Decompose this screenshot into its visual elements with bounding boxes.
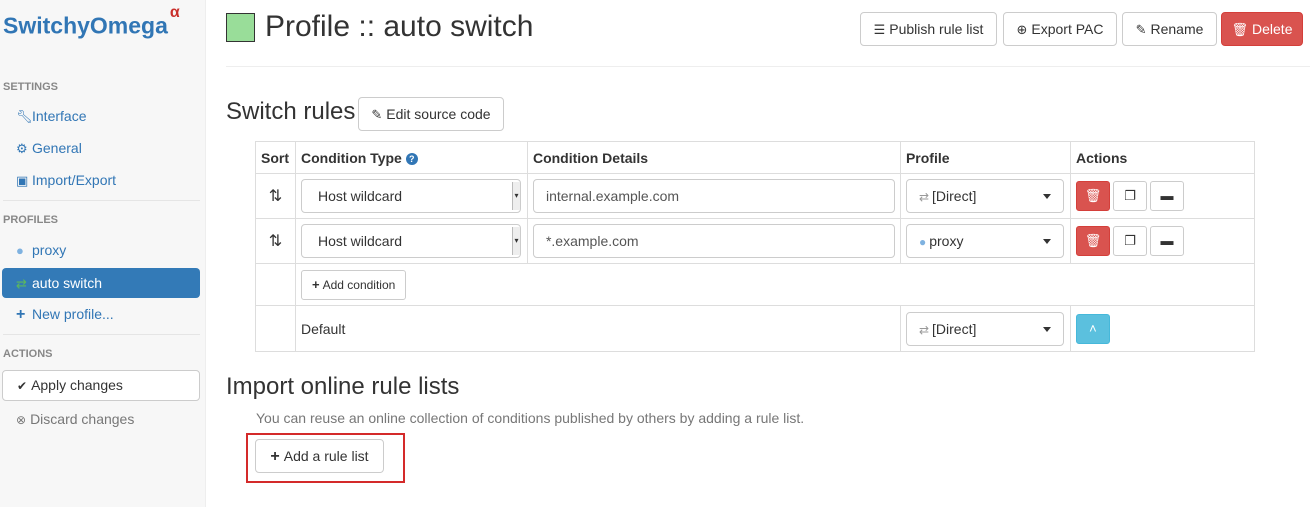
import-heading: Import online rule lists [226,373,460,400]
chevron-up-icon[interactable]: ˄ [1075,313,1110,344]
divider [3,200,200,201]
edit-icon: ✎ [1135,22,1147,37]
delete-button[interactable]: 🗑︎ Delete [1221,12,1303,46]
edit-source-code-button[interactable]: ✎ Edit source code [358,97,504,131]
sort-handle-icon[interactable]: ⇅ [255,218,296,264]
trash-icon: 🗑︎ [1231,22,1249,37]
clone-rule-button[interactable]: ❐ [1112,226,1147,256]
caret-down-icon [1042,326,1051,332]
list-icon: ☰ [873,22,886,37]
add-condition-button[interactable]: + Add condition [300,269,407,300]
header-divider [226,66,1310,67]
profiles-header: PROFILES [3,214,59,226]
publish-rule-list-button[interactable]: ☰ Publish rule list [860,12,997,46]
clone-rule-button[interactable]: ❐ [1112,181,1147,211]
col-condition-details: Condition Details [526,141,901,174]
add-condition-row: + Add condition [255,263,1256,306]
wrench-icon: 🔧︎ [16,109,33,124]
caret-down-icon [1042,239,1051,244]
apply-changes-button[interactable]: ✔ Apply changes [2,370,200,401]
plus-icon: + [16,306,26,323]
actions-header: ACTIONS [3,348,53,360]
import-hint: You can reuse an online collection of co… [256,410,805,426]
default-row: Default ⇄ [Direct] ˄ [255,305,1256,352]
sidebar: SwitchyOmegaα SETTINGS 🔧︎Interface ⚙︎ Gen… [0,0,206,507]
condition-details-input[interactable]: internal.example.com [532,179,895,213]
default-profile-select[interactable]: ⇄ [Direct] [905,311,1064,346]
sidebar-item-import-export[interactable]: ▣ Import/Export [2,165,200,195]
profile-color-swatch[interactable] [226,13,255,42]
plus-icon: + [270,448,280,465]
select-arrow-icon: ▾ [511,227,520,255]
sidebar-item-proxy[interactable]: ● proxy [2,235,200,265]
sidebar-item-interface[interactable]: 🔧︎Interface [2,101,200,131]
profile-select[interactable]: ⇄ [Direct] [905,179,1064,213]
condition-type-select[interactable]: Host wildcard ▾ [300,224,521,258]
comment-rule-button[interactable]: ▬ [1149,226,1184,256]
times-circle-icon: ⊗ [16,413,27,427]
col-condition-type: Condition Type ? [294,141,528,174]
rename-button[interactable]: ✎ Rename [1122,12,1217,46]
brand-logo: SwitchyOmegaα [3,4,180,39]
sidebar-item-new-profile[interactable]: + New profile... [2,299,200,329]
globe-icon: ● [16,243,24,258]
switch-rules-table: Sort Condition Type ? Condition Details … [255,141,1256,352]
select-arrow-icon: ▾ [511,182,520,210]
switch-rules-heading: Switch rules [226,98,356,125]
plus-icon: + [311,276,320,292]
col-profile: Profile [899,141,1071,174]
globe-icon: ● [918,235,927,249]
caret-down-icon [1042,194,1051,199]
settings-header: SETTINGS [3,81,59,93]
divider [3,334,200,335]
condition-type-select[interactable]: Host wildcard ▾ [300,179,521,213]
export-pac-button[interactable]: ⊕ Export PAC [1003,12,1117,46]
discard-changes-button[interactable]: ⊗ Discard changes [2,404,200,434]
retweet-icon: ⇄ [16,276,27,291]
floppy-icon: ▣ [16,173,29,188]
delete-rule-button[interactable]: 🗑︎ [1075,181,1110,211]
gear-icon: ⚙︎ [16,141,28,156]
comment-rule-button[interactable]: ▬ [1149,181,1184,211]
sort-handle-icon[interactable]: ⇅ [255,173,296,219]
col-sort: Sort [255,141,296,174]
page-title: Profile :: auto switch [265,10,534,43]
col-actions: Actions [1069,141,1256,174]
profile-select[interactable]: ● proxy [905,224,1064,258]
condition-details-input[interactable]: *.example.com [532,224,895,258]
check-circle-icon: ✔ [17,379,28,393]
edit-icon: ✎ [371,107,383,122]
exchange-icon: ⇄ [918,322,930,337]
download-icon: ⊕ [1016,22,1028,37]
sidebar-item-auto-switch[interactable]: ⇄ auto switch [2,268,200,298]
help-icon[interactable]: ? [405,152,418,165]
sidebar-item-general[interactable]: ⚙︎ General [2,133,200,163]
table-header-row: Sort Condition Type ? Condition Details … [255,141,1256,174]
default-label: Default [294,305,901,352]
add-rule-list-button[interactable]: + Add a rule list [255,439,384,473]
table-row: ⇅ Host wildcard ▾ *.example.com ● proxy 🗑︎… [255,218,1256,264]
table-row: ⇅ Host wildcard ▾ internal.example.com ⇄[… [255,173,1256,219]
delete-rule-button[interactable]: 🗑︎ [1075,226,1110,256]
exchange-icon: ⇄ [918,190,930,204]
